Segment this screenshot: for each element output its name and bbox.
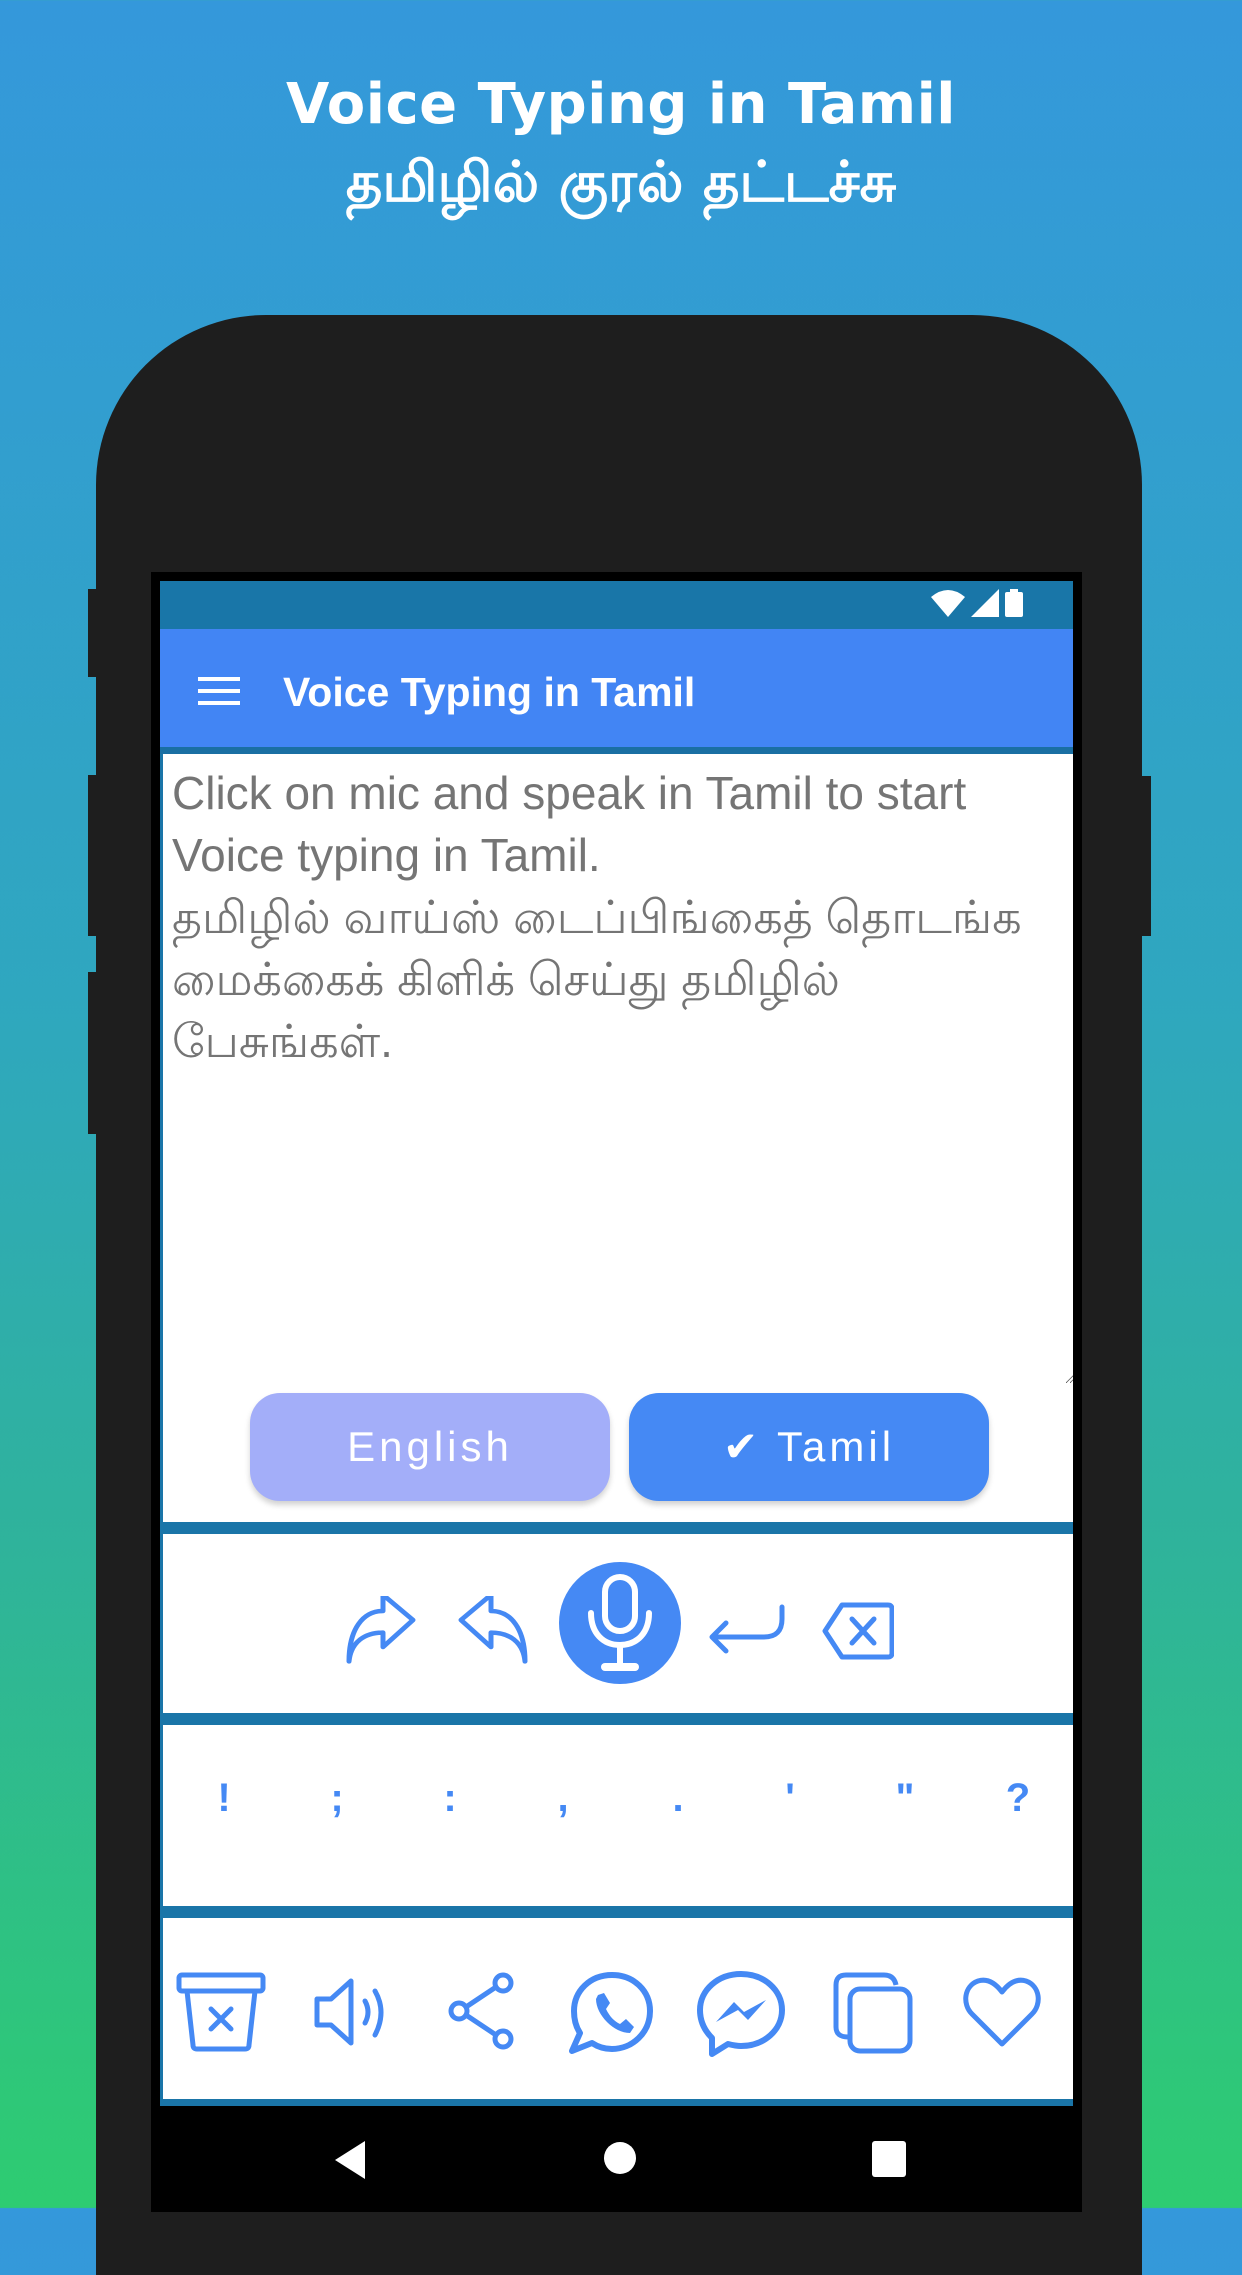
divider [160, 2099, 1073, 2106]
phone-screen: Voice Typing in Tamil English ✔ Tamil [160, 581, 1073, 2208]
backspace-button[interactable] [822, 1599, 894, 1663]
copy-button[interactable] [830, 1971, 914, 2055]
share-button[interactable] [445, 1971, 519, 2051]
speak-button[interactable] [313, 1973, 387, 2051]
speaker-icon [314, 1978, 384, 2046]
tamil-language-button[interactable]: ✔ Tamil [629, 1393, 989, 1501]
battery-icon [1005, 589, 1023, 617]
enter-button[interactable] [708, 1601, 788, 1661]
redo-button[interactable] [345, 1596, 417, 1668]
voice-text-editor[interactable] [170, 760, 1073, 1384]
phone-side-button [1141, 776, 1151, 936]
microphone-icon [588, 1574, 652, 1671]
messenger-icon [697, 1971, 785, 2057]
punctuation-key[interactable]: , [533, 1776, 593, 1821]
system-nav-bar [160, 2106, 1073, 2208]
microphone-button[interactable] [559, 1562, 681, 1684]
status-bar [160, 581, 1073, 629]
promo-title-tamil: தமிழில் குரல் தட்டச்சு [345, 150, 897, 215]
recents-square-icon [872, 2141, 906, 2177]
divider [160, 1522, 1073, 1534]
english-language-button[interactable]: English [250, 1393, 610, 1501]
whatsapp-icon [569, 1972, 653, 2054]
enter-icon [709, 1604, 785, 1654]
nav-home-button[interactable] [603, 2141, 637, 2180]
undo-button[interactable] [457, 1596, 529, 1668]
messenger-button[interactable] [696, 1970, 786, 2060]
promo-title-english: Voice Typing in Tamil [286, 72, 956, 137]
app-bar: Voice Typing in Tamil [160, 629, 1073, 754]
whatsapp-button[interactable] [568, 1971, 654, 2055]
phone-side-button [88, 775, 98, 936]
copy-icon [833, 1972, 913, 2054]
punctuation-key[interactable]: ? [988, 1776, 1048, 1821]
punctuation-key[interactable]: ! [194, 1776, 254, 1821]
phone-side-button [88, 972, 98, 1134]
punctuation-key[interactable]: : [420, 1776, 480, 1821]
divider [160, 1713, 1073, 1725]
share-icon [448, 1972, 514, 2050]
punctuation-key[interactable]: " [875, 1776, 935, 1821]
backspace-icon [822, 1602, 894, 1660]
heart-icon [963, 1977, 1041, 2047]
hamburger-menu-icon[interactable] [198, 677, 240, 707]
clear-button[interactable] [175, 1971, 267, 2053]
content-area: English ✔ Tamil [160, 754, 1073, 2106]
nav-back-button[interactable] [335, 2141, 367, 2184]
punctuation-key[interactable]: ; [307, 1776, 367, 1821]
nav-recents-button[interactable] [872, 2141, 906, 2182]
wifi-icon [931, 590, 965, 617]
signal-icon [971, 589, 999, 617]
app-title: Voice Typing in Tamil [283, 669, 696, 715]
undo-icon [458, 1596, 528, 1664]
home-circle-icon [604, 2142, 636, 2174]
phone-side-button [88, 589, 98, 677]
status-icons [931, 589, 1023, 617]
punctuation-key[interactable]: ' [760, 1776, 820, 1821]
favorite-button[interactable] [962, 1976, 1042, 2050]
divider [160, 1906, 1073, 1918]
back-triangle-icon [335, 2141, 365, 2179]
trash-clear-icon [176, 1972, 266, 2052]
punctuation-key[interactable]: . [648, 1776, 708, 1821]
redo-icon [346, 1596, 416, 1664]
